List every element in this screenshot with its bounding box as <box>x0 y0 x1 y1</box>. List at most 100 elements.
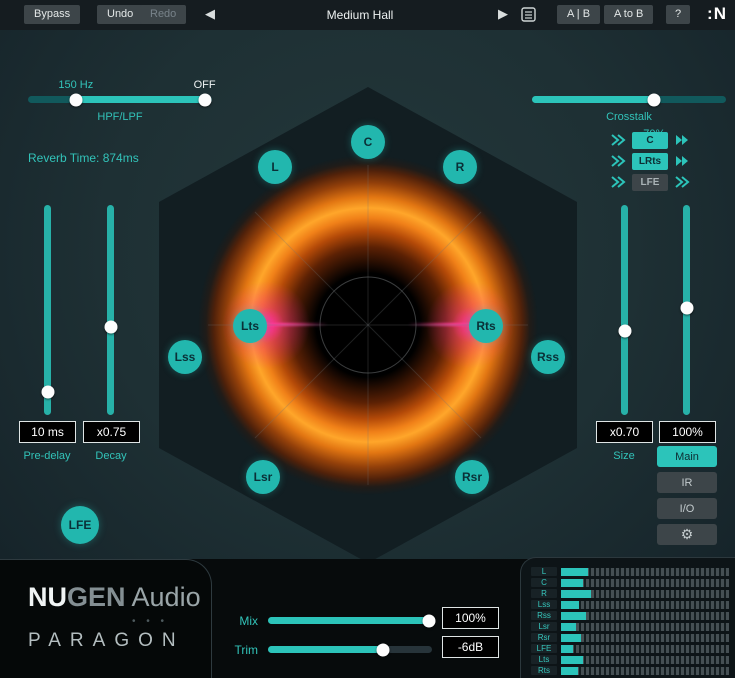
routing-out-chevron-icon[interactable] <box>674 175 690 189</box>
hpf-value: 150 Hz <box>58 79 93 91</box>
meter-level-fill <box>561 579 583 587</box>
meter-row: C <box>531 577 729 588</box>
meter-level-fill <box>561 634 581 642</box>
meter-channel-label: L <box>531 567 557 576</box>
channel-node-lss[interactable]: Lss <box>168 340 202 374</box>
preset-list-icon[interactable] <box>521 7 536 27</box>
meter-channel-label: Rss <box>531 611 557 620</box>
titlebar: Bypass Undo Redo ◀ Medium Hall ▶ A | B A… <box>0 0 735 30</box>
output-meters-panel: L C R Lss Rss Lsr <box>520 557 735 678</box>
meter-row: LFE <box>531 643 729 654</box>
meter-level-fill <box>561 601 579 609</box>
lpf-handle[interactable] <box>198 93 211 106</box>
meter-row: L <box>531 566 729 577</box>
routing-in-chevron-icon[interactable] <box>610 133 626 147</box>
predelay-value-box[interactable]: 10 ms <box>19 421 76 443</box>
channel-node-r[interactable]: R <box>443 150 477 184</box>
meter-channel-label: Lsr <box>531 622 557 631</box>
meter-bar <box>561 612 729 620</box>
nugen-logo-icon: :N <box>707 4 727 24</box>
routing-lrts-button[interactable]: LRts <box>632 153 668 170</box>
channel-node-rss[interactable]: Rss <box>531 340 565 374</box>
brightness-fader[interactable] <box>683 205 690 415</box>
bypass-button[interactable]: Bypass <box>24 5 80 24</box>
crosstalk-handle[interactable] <box>648 93 661 106</box>
channel-node-lts[interactable]: Lts <box>233 309 267 343</box>
mix-fill <box>268 617 429 624</box>
undo-button[interactable]: Undo <box>97 5 143 24</box>
routing-row-lfe: LFE <box>610 173 710 191</box>
routing-in-chevron-icon[interactable] <box>610 175 626 189</box>
brand-audio: Audio <box>126 582 201 612</box>
crosstalk-value-layer: 70% <box>532 79 726 91</box>
meter-row: Lsr <box>531 621 729 632</box>
routing-row-lrts: LRts <box>610 152 710 170</box>
size-fader[interactable] <box>621 205 628 415</box>
trim-handle[interactable] <box>376 643 389 656</box>
preset-name[interactable]: Medium Hall <box>270 8 450 22</box>
meter-row: Lss <box>531 599 729 610</box>
brand-nu: NU <box>28 582 67 612</box>
tab-io[interactable]: I/O <box>657 498 717 519</box>
hpf-lpf-slider[interactable] <box>28 96 212 103</box>
mix-value-box[interactable]: 100% <box>442 607 499 629</box>
hpf-handle[interactable] <box>69 93 82 106</box>
gear-icon: ⚙ <box>681 526 694 542</box>
trim-value-box[interactable]: -6dB <box>442 636 499 658</box>
meter-bar <box>561 645 729 653</box>
mix-label: Mix <box>222 614 258 628</box>
predelay-fader-handle[interactable] <box>41 385 54 398</box>
decay-fader[interactable] <box>107 205 114 415</box>
channel-node-rts[interactable]: Rts <box>469 309 503 343</box>
tab-ir[interactable]: IR <box>657 472 717 493</box>
routing-in-chevron-icon[interactable] <box>610 154 626 168</box>
ab-compare-button[interactable]: A | B <box>557 5 600 24</box>
meter-row: Rss <box>531 610 729 621</box>
predelay-fader[interactable] <box>44 205 51 415</box>
channel-node-lfe[interactable]: LFE <box>61 506 99 544</box>
meter-level-fill <box>561 612 586 620</box>
meter-bar <box>561 568 729 576</box>
routing-out-chevron-icon[interactable] <box>674 154 690 168</box>
meter-row: Rsr <box>531 632 729 643</box>
meter-row: R <box>531 588 729 599</box>
redo-button[interactable]: Redo <box>140 5 186 24</box>
hpf-lpf-caption: HPF/LPF <box>28 111 212 123</box>
meter-level-fill <box>561 568 588 576</box>
decay-fader-handle[interactable] <box>104 320 117 333</box>
channel-node-l[interactable]: L <box>258 150 292 184</box>
mix-slider[interactable] <box>268 617 432 624</box>
routing-c-button[interactable]: C <box>632 132 668 149</box>
preset-next-icon[interactable]: ▶ <box>498 6 508 22</box>
crosstalk-slider[interactable] <box>532 96 726 103</box>
brightness-fader-handle[interactable] <box>680 301 693 314</box>
trim-label: Trim <box>222 643 258 657</box>
meter-level-fill <box>561 645 573 653</box>
decay-value-box[interactable]: x0.75 <box>83 421 140 443</box>
channel-node-rsr[interactable]: Rsr <box>455 460 489 494</box>
meter-channel-label: R <box>531 589 557 598</box>
tab-main[interactable]: Main <box>657 446 717 467</box>
crosstalk-fill <box>532 96 654 103</box>
crosstalk-caption: Crosstalk <box>532 111 726 123</box>
help-button[interactable]: ? <box>666 5 690 24</box>
meter-channel-label: Lts <box>531 655 557 664</box>
hpf-lpf-fill <box>76 96 205 103</box>
brightness-value-box[interactable]: 100% <box>659 421 716 443</box>
brand-name: NUGEN Audio <box>28 582 201 613</box>
routing-out-chevron-icon[interactable] <box>674 133 690 147</box>
size-value-box[interactable]: x0.70 <box>596 421 653 443</box>
routing-lfe-button[interactable]: LFE <box>632 174 668 191</box>
main-panel: 150 Hz OFF HPF/LPF Reverb Time: 874ms 70… <box>0 30 735 559</box>
mix-handle[interactable] <box>422 614 435 627</box>
meter-level-fill <box>561 667 578 675</box>
a-to-b-button[interactable]: A to B <box>604 5 653 24</box>
trim-slider[interactable] <box>268 646 432 653</box>
meter-bar <box>561 623 729 631</box>
product-name: PARAGON <box>28 630 185 652</box>
settings-button[interactable]: ⚙ <box>657 524 717 545</box>
size-fader-handle[interactable] <box>618 325 631 338</box>
channel-node-lsr[interactable]: Lsr <box>246 460 280 494</box>
channel-node-c[interactable]: C <box>351 125 385 159</box>
preset-prev-icon[interactable]: ◀ <box>205 6 215 22</box>
